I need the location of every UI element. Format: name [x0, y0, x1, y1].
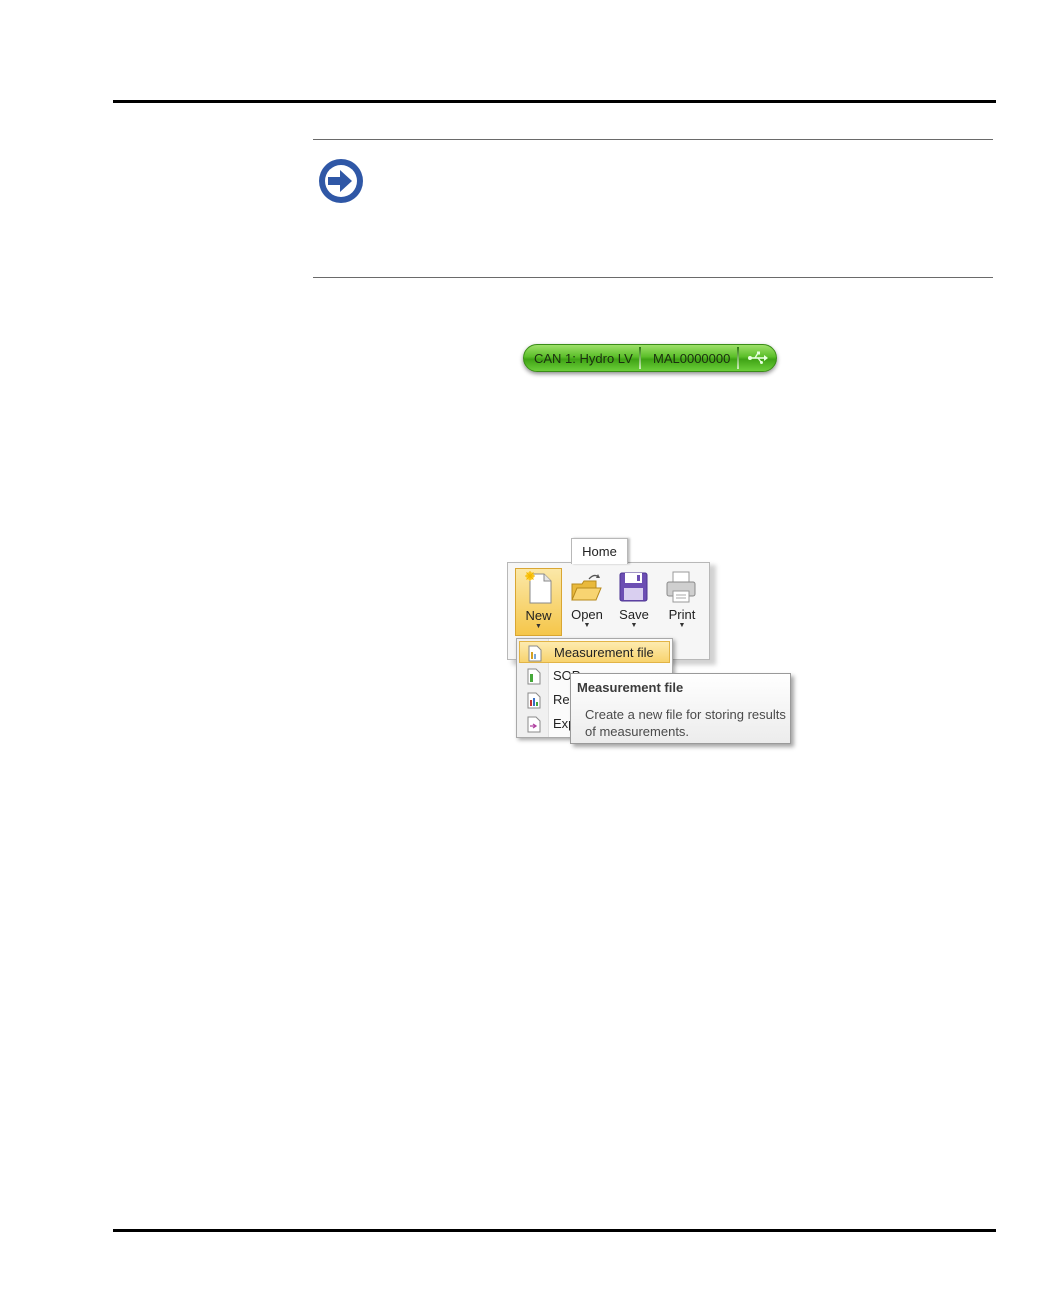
arrow-right-circle-icon	[318, 158, 364, 204]
chevron-down-icon: ▼	[535, 623, 542, 630]
chevron-down-icon: ▼	[630, 622, 638, 629]
menu-item-measurement-file[interactable]: Measurement file	[519, 641, 670, 663]
new-button[interactable]: New ▼	[515, 568, 562, 636]
note-top-rule	[313, 139, 993, 140]
floppy-disk-icon	[619, 572, 648, 602]
tooltip-description: Create a new file for storing results of…	[585, 707, 786, 739]
header-rule	[113, 100, 996, 103]
interface-label: CAN 1: Hydro LV	[534, 351, 633, 366]
save-label: Save	[619, 607, 649, 622]
report-file-icon	[527, 692, 541, 709]
tab-home[interactable]: Home	[571, 538, 628, 564]
status-divider	[639, 347, 641, 369]
chevron-down-icon: ▼	[678, 622, 686, 629]
measurement-file-icon	[528, 645, 542, 662]
open-label: Open	[571, 607, 603, 622]
sop-file-icon	[527, 668, 541, 685]
open-folder-icon	[571, 574, 602, 601]
note-bottom-rule	[313, 277, 993, 278]
menu-item-label: Measurement file	[554, 645, 654, 660]
chevron-down-icon: ▼	[583, 622, 591, 629]
status-divider	[737, 347, 739, 369]
tooltip-title: Measurement file	[577, 680, 684, 695]
connection-status-bar[interactable]: CAN 1: Hydro LV MAL0000000	[523, 344, 777, 372]
device-label: MAL0000000	[653, 351, 731, 366]
footer-rule	[113, 1229, 996, 1232]
export-file-icon	[527, 716, 541, 733]
open-button[interactable]: Open ▼	[564, 568, 610, 634]
new-document-icon	[525, 571, 552, 604]
print-button[interactable]: Print ▼	[659, 568, 705, 634]
usb-icon	[742, 348, 772, 368]
save-button[interactable]: Save ▼	[611, 568, 657, 634]
new-label: New	[525, 608, 552, 623]
printer-icon	[666, 571, 696, 603]
tooltip: Measurement file Create a new file for s…	[570, 673, 791, 744]
print-label: Print	[668, 607, 696, 622]
